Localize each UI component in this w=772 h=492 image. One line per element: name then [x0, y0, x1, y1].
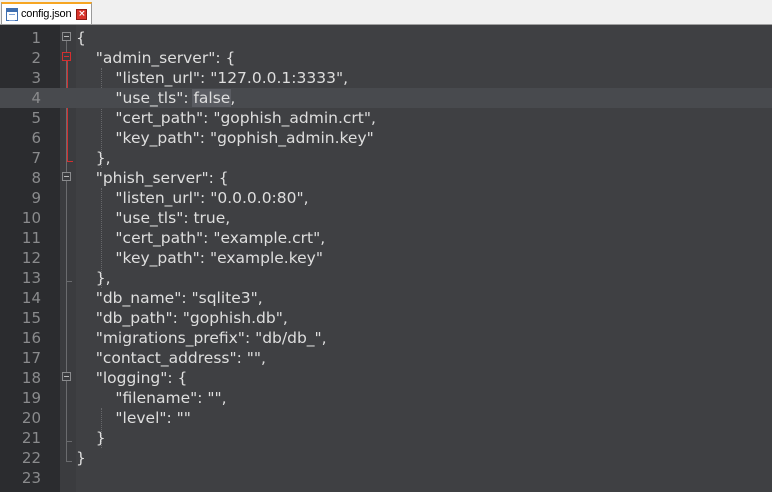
code-text: "key_path": "gophish_admin.key": [76, 129, 374, 147]
line-number: 6: [31, 129, 41, 147]
close-tab-icon[interactable]: ×: [76, 8, 88, 20]
line-number: 14: [21, 289, 41, 307]
code-lines: 1 { 2 "admin_server": { 3 "listen_url": …: [0, 28, 772, 488]
code-text: "cert_path": "example.crt",: [76, 229, 326, 247]
line-number: 18: [21, 369, 41, 387]
code-text: "listen_url": "0.0.0.0:80",: [76, 189, 309, 207]
code-text: }: [76, 449, 86, 467]
file-icon: [6, 7, 18, 21]
line-number: 5: [31, 109, 41, 127]
code-text: "db_path": "gophish.db",: [76, 309, 288, 327]
code-text: "use_tls": false,: [76, 89, 236, 107]
code-line: 13 },: [0, 268, 772, 288]
code-line: 21 }: [0, 428, 772, 448]
code-text: },: [76, 149, 111, 167]
line-number: 1: [31, 29, 41, 47]
code-line: 1 {: [0, 28, 772, 48]
code-text: "cert_path": "gophish_admin.crt",: [76, 109, 376, 127]
highlighted-word: false: [192, 89, 232, 107]
line-number: 13: [21, 269, 41, 287]
line-number: 17: [21, 349, 41, 367]
line-number: 23: [21, 469, 41, 487]
code-text: "phish_server": {: [76, 169, 229, 187]
line-number: 12: [21, 249, 41, 267]
code-line: 18 "logging": {: [0, 368, 772, 388]
code-line: 3 "listen_url": "127.0.0.1:3333",: [0, 68, 772, 88]
line-number: 22: [21, 449, 41, 467]
code-line: 16 "migrations_prefix": "db/db_",: [0, 328, 772, 348]
code-line: 2 "admin_server": {: [0, 48, 772, 68]
current-code-line: 4 "use_tls": false,: [0, 88, 772, 108]
code-line: 15 "db_path": "gophish.db",: [0, 308, 772, 328]
code-editor[interactable]: 1 { 2 "admin_server": { 3 "listen_url": …: [0, 25, 772, 492]
fold-toggle-icon[interactable]: [62, 32, 71, 41]
code-line: 22 }: [0, 448, 772, 468]
code-line: 23: [0, 468, 772, 488]
code-text: "use_tls": true,: [76, 209, 231, 227]
fold-toggle-icon[interactable]: [62, 52, 71, 61]
line-number: 9: [31, 189, 41, 207]
line-number: 10: [21, 209, 41, 227]
code-text: "db_name": "sqlite3",: [76, 289, 263, 307]
code-line: 9 "listen_url": "0.0.0.0:80",: [0, 188, 772, 208]
line-number: 3: [31, 69, 41, 87]
line-number: 7: [31, 149, 41, 167]
line-number: 21: [21, 429, 41, 447]
code-text: "key_path": "example.key": [76, 249, 323, 267]
code-text: "logging": {: [76, 369, 188, 387]
code-line: 11 "cert_path": "example.crt",: [0, 228, 772, 248]
code-line: 8 "phish_server": {: [0, 168, 772, 188]
line-number: 2: [31, 49, 41, 67]
tab-config-json[interactable]: config.json ×: [1, 2, 92, 24]
fold-toggle-icon[interactable]: [62, 172, 71, 181]
line-number: 8: [31, 169, 41, 187]
line-number: 20: [21, 409, 41, 427]
code-text: "admin_server": {: [76, 49, 236, 67]
code-text: "contact_address": "",: [76, 349, 266, 367]
tab-label: config.json: [21, 8, 72, 20]
line-number: 4: [31, 89, 41, 107]
code-line: 10 "use_tls": true,: [0, 208, 772, 228]
code-text: "listen_url": "127.0.0.1:3333",: [76, 69, 349, 87]
code-line: 7 },: [0, 148, 772, 168]
code-text: },: [76, 269, 111, 287]
code-line: 14 "db_name": "sqlite3",: [0, 288, 772, 308]
line-number: 15: [21, 309, 41, 327]
code-line: 19 "filename": "",: [0, 388, 772, 408]
tab-bar: config.json ×: [0, 0, 772, 25]
code-line: 6 "key_path": "gophish_admin.key": [0, 128, 772, 148]
code-text: "level": "": [76, 409, 191, 427]
line-number: 19: [21, 389, 41, 407]
code-text: }: [76, 429, 106, 447]
code-text: {: [76, 29, 86, 47]
code-line: 5 "cert_path": "gophish_admin.crt",: [0, 108, 772, 128]
code-line: 20 "level": "": [0, 408, 772, 428]
code-text: "filename": "",: [76, 389, 227, 407]
line-number: 11: [21, 229, 41, 247]
code-line: 12 "key_path": "example.key": [0, 248, 772, 268]
code-text: "migrations_prefix": "db/db_",: [76, 329, 327, 347]
line-number: 16: [21, 329, 41, 347]
code-line: 17 "contact_address": "",: [0, 348, 772, 368]
fold-toggle-icon[interactable]: [62, 372, 71, 381]
